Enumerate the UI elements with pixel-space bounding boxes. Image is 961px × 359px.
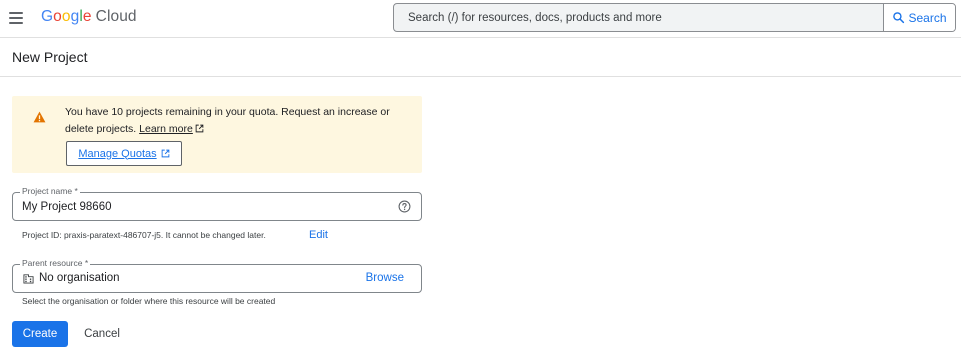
quota-message-text: You have 10 projects remaining in your q… xyxy=(65,106,390,135)
google-cloud-logo[interactable]: Google Cloud xyxy=(41,8,137,26)
help-icon[interactable] xyxy=(398,200,411,213)
search-button[interactable]: Search xyxy=(883,4,955,31)
manage-quotas-button[interactable]: Manage Quotas xyxy=(66,141,182,166)
learn-more-link[interactable]: Learn more xyxy=(139,123,193,135)
search-button-label: Search xyxy=(908,10,947,25)
warning-icon xyxy=(33,111,46,123)
browse-button[interactable]: Browse xyxy=(366,272,404,284)
organisation-icon xyxy=(23,274,34,284)
project-id-hint: Project ID: praxis-paratext-486707-j5. I… xyxy=(22,230,266,240)
external-link-icon xyxy=(195,124,204,132)
hamburger-menu-icon[interactable] xyxy=(6,8,26,28)
manage-quotas-label: Manage Quotas xyxy=(78,147,157,160)
project-name-label: Project name * xyxy=(20,186,80,197)
search-input[interactable] xyxy=(394,4,883,31)
quota-warning-banner: You have 10 projects remaining in your q… xyxy=(12,96,422,173)
project-name-input[interactable] xyxy=(22,199,382,215)
create-button[interactable]: Create xyxy=(12,321,68,347)
parent-resource-value: No organisation xyxy=(39,272,120,284)
project-name-field: Project name * xyxy=(12,186,422,221)
quota-message: You have 10 projects remaining in your q… xyxy=(65,104,410,137)
parent-resource-field: Parent resource * No organisation Browse xyxy=(12,258,422,293)
search-bar: Search xyxy=(393,3,956,32)
cancel-button[interactable]: Cancel xyxy=(76,321,128,347)
page-title: New Project xyxy=(12,49,88,65)
parent-resource-label: Parent resource * xyxy=(20,258,91,269)
edit-project-id-button[interactable]: Edit xyxy=(309,229,328,241)
page-header: New Project xyxy=(0,38,961,77)
top-bar: Google Cloud Search xyxy=(0,0,961,38)
search-icon xyxy=(893,12,905,24)
parent-resource-hint: Select the organisation or folder where … xyxy=(22,296,276,306)
external-link-icon xyxy=(161,149,169,158)
